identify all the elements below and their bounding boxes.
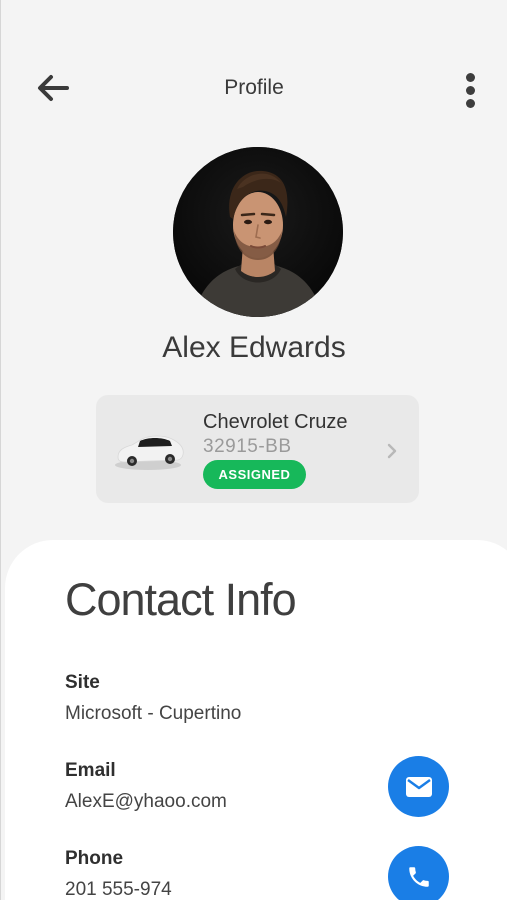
phone-value[interactable]: 201 555-974 <box>65 879 172 900</box>
phone-label: Phone <box>65 848 124 869</box>
phone-button[interactable] <box>388 846 449 900</box>
email-button[interactable] <box>388 756 449 817</box>
car-image <box>115 435 184 470</box>
more-options-button[interactable] <box>453 68 487 112</box>
avatar-photo <box>173 147 343 317</box>
contact-info-title: Contact Info <box>65 574 297 625</box>
avatar <box>173 147 343 317</box>
site-value: Microsoft - Cupertino <box>65 703 242 724</box>
email-value[interactable]: AlexE@yhaoo.com <box>65 791 227 813</box>
email-label: Email <box>65 760 116 781</box>
envelope-icon <box>405 776 432 797</box>
profile-screen: Profile Alex Edwards Chevrolet Cruze 329… <box>0 0 507 900</box>
phone-icon <box>408 866 429 887</box>
vehicle-plate: 32915-BB <box>203 436 292 457</box>
more-vertical-icon <box>465 72 475 82</box>
profile-name: Alex Edwards <box>162 331 346 364</box>
page-title: Profile <box>224 76 284 99</box>
vehicle-card[interactable]: Chevrolet Cruze 32915-BB ASSIGNED <box>96 395 419 503</box>
contact-info-sheet: Contact Info Site Microsoft - Cupertino … <box>5 540 507 900</box>
site-label: Site <box>65 672 100 693</box>
status-badge: ASSIGNED <box>203 460 306 489</box>
chevron-right-icon <box>387 443 397 459</box>
vehicle-name: Chevrolet Cruze <box>203 411 348 433</box>
